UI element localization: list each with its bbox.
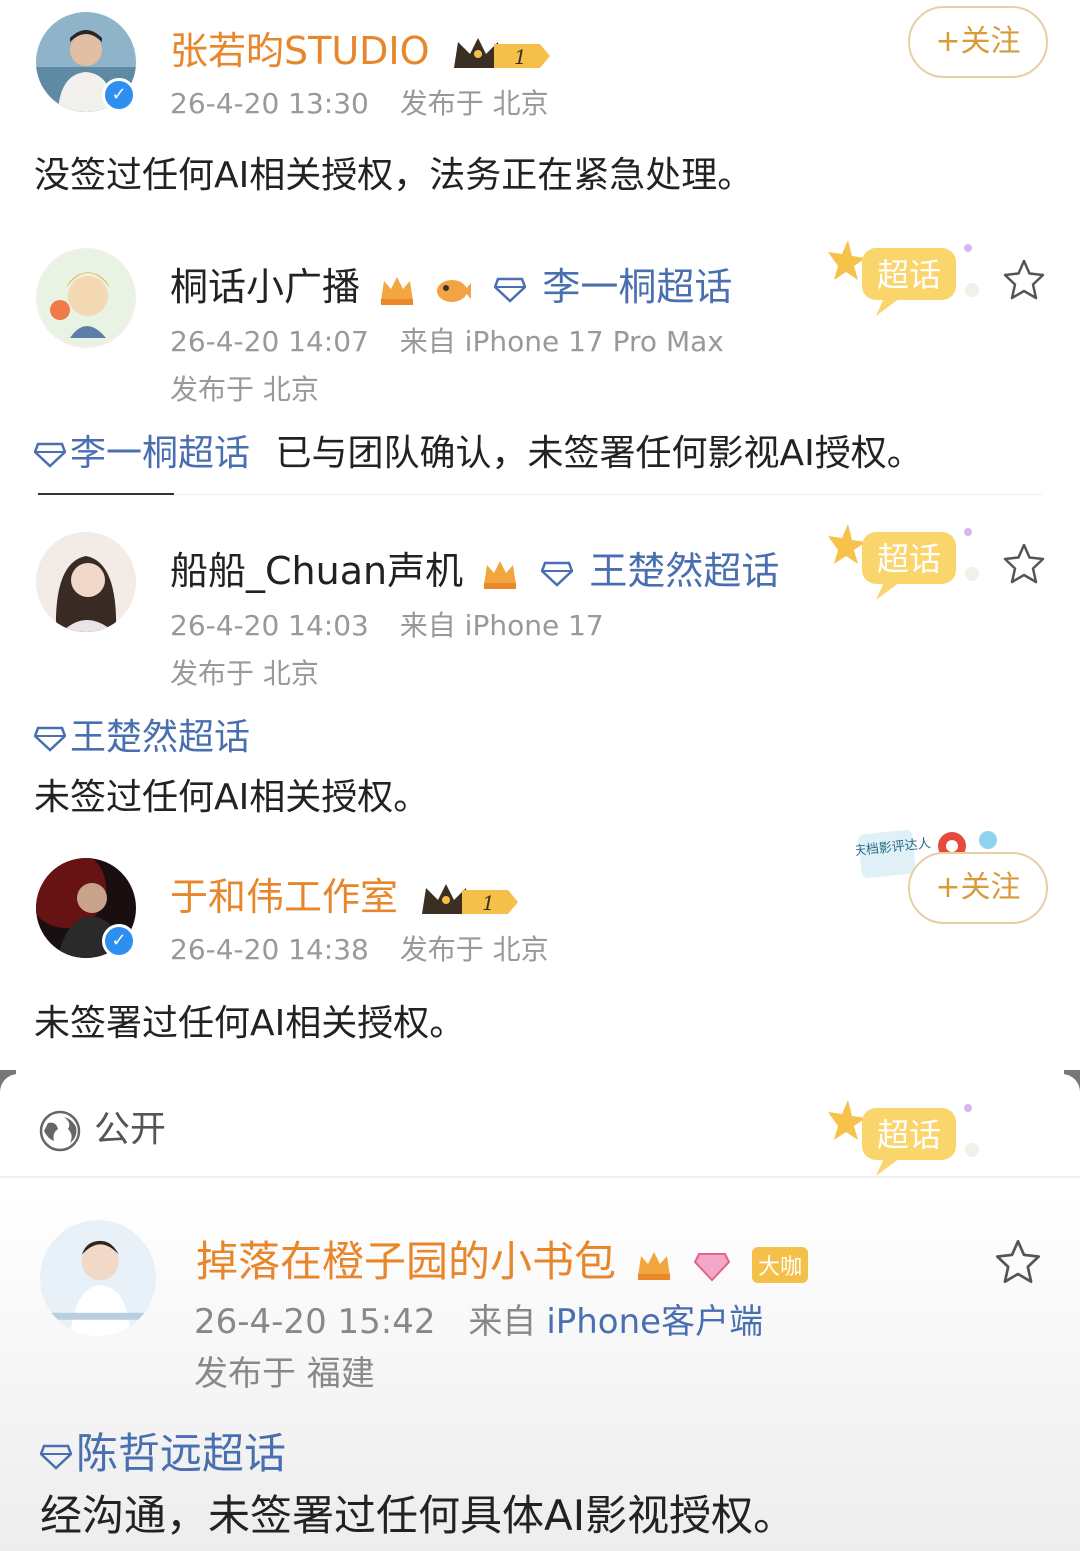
post-text: 没签过任何AI相关授权，法务正在紧急处理。: [34, 155, 754, 196]
svg-text:超话: 超话: [877, 540, 941, 578]
diamond-icon: [40, 1444, 72, 1470]
avatar[interactable]: [36, 532, 136, 632]
post-body: 已与团队确认，未签署任何影视AI授权。: [275, 433, 923, 474]
favorite-star-icon[interactable]: [994, 1238, 1042, 1286]
post-location: 发布于 北京: [399, 933, 549, 966]
post-time: 26-4-20 15:42: [194, 1302, 436, 1342]
author-name[interactable]: 于和伟工作室 1: [170, 866, 520, 921]
post-source: 来自 iPhone 17: [399, 609, 604, 642]
chaohua-badge-icon: 超话: [828, 240, 979, 316]
author-name[interactable]: 船船_Chuan声机 王楚然超话: [170, 540, 779, 595]
follow-button[interactable]: +关注: [908, 852, 1048, 924]
post-text: 经沟通，未签署过任何具体AI影视授权。: [40, 1491, 796, 1540]
topic-link[interactable]: 王楚然超话: [34, 708, 250, 760]
svg-text:1: 1: [482, 891, 495, 915]
topic-link[interactable]: 陈哲远超话: [40, 1420, 286, 1481]
post-source-prefix: 来自: [468, 1302, 537, 1342]
divider: [174, 494, 1042, 495]
diamond-icon: [34, 442, 66, 468]
post-source: 来自 iPhone 17 Pro Max: [399, 325, 724, 358]
post-text: 未签过任何AI相关授权。: [34, 777, 430, 818]
post-location: 发布于 福建: [194, 1354, 375, 1394]
post-meta: 26-4-20 13:30 发布于 北京: [170, 82, 549, 122]
diamond-icon: [494, 277, 527, 303]
favorite-star-icon[interactable]: [1002, 258, 1046, 302]
post-meta: 26-4-20 14:07 来自 iPhone 17 Pro Max: [170, 320, 724, 360]
svg-text:1: 1: [514, 45, 527, 69]
post-location: 发布于 北京: [170, 657, 319, 690]
member-crown-icon: 1: [453, 37, 550, 69]
crown-icon: [381, 276, 414, 305]
avatar[interactable]: [40, 1220, 156, 1336]
topic-tag[interactable]: 王楚然超话: [589, 549, 779, 593]
verified-icon: ✓: [102, 924, 136, 958]
topic-link[interactable]: 李一桐超话: [70, 433, 250, 474]
post-text: 未签署过任何AI相关授权。: [34, 1003, 466, 1044]
svg-text:超话: 超话: [877, 256, 941, 294]
author-name[interactable]: 掉落在橙子园的小书包 大咖: [196, 1228, 809, 1289]
post-time: 26-4-20 13:30: [170, 87, 369, 120]
fish-icon: [437, 279, 472, 302]
diamond-badge-icon: [693, 1252, 730, 1281]
vip-tag: 大咖: [752, 1246, 809, 1283]
crown-icon: [638, 1251, 671, 1280]
avatar[interactable]: [36, 248, 136, 348]
post-location: 发布于 北京: [399, 87, 549, 120]
chaohua-badge-icon: 超话: [828, 524, 979, 600]
post-source[interactable]: iPhone客户端: [546, 1302, 763, 1342]
post-time: 26-4-20 14:07: [170, 325, 369, 358]
diamond-icon: [541, 561, 574, 587]
divider: [0, 1176, 1080, 1178]
post-meta: 26-4-20 15:42 来自 iPhone客户端: [194, 1294, 763, 1343]
post-location: 发布于 北京: [170, 373, 319, 406]
divider: [38, 493, 174, 495]
diamond-icon: [34, 726, 66, 752]
verified-icon: ✓: [102, 78, 136, 112]
post-meta: 26-4-20 14:38 发布于 北京: [170, 928, 549, 968]
follow-button[interactable]: +关注: [908, 6, 1048, 78]
visibility-label[interactable]: 公开: [38, 1100, 166, 1153]
topic-tag[interactable]: 李一桐超话: [542, 265, 732, 309]
author-name[interactable]: 张若昀STUDIO 1: [170, 20, 552, 75]
crown-icon: [484, 560, 517, 589]
svg-text:超话: 超话: [877, 1116, 941, 1154]
post-time: 26-4-20 14:03: [170, 609, 369, 642]
author-name[interactable]: 桐话小广播 李一桐超话: [170, 256, 732, 311]
favorite-star-icon[interactable]: [1002, 542, 1046, 586]
post-text: 李一桐超话 已与团队确认，未签署任何影视AI授权。: [34, 424, 923, 476]
globe-icon: [39, 1110, 81, 1152]
post-time: 26-4-20 14:38: [170, 933, 369, 966]
post-meta: 26-4-20 14:03 来自 iPhone 17: [170, 604, 604, 644]
chaohua-badge-icon: 超话: [828, 1100, 979, 1176]
member-crown-icon: 1: [422, 883, 519, 915]
